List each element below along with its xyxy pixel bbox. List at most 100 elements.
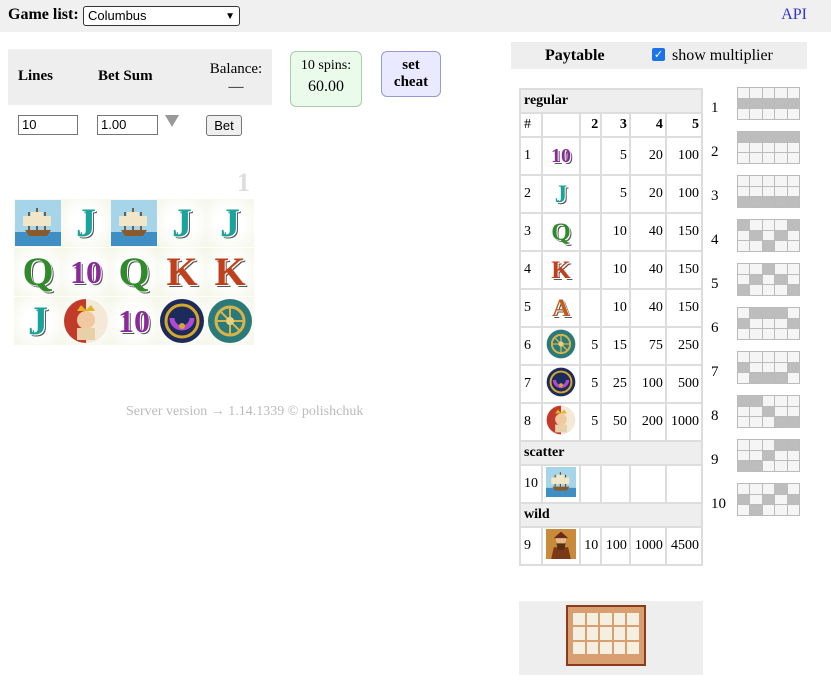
payline-row: 4 xyxy=(709,219,809,252)
payout-p3: 5 xyxy=(600,136,631,176)
payout-p3: 25 xyxy=(600,364,631,404)
balance-label: Balance: xyxy=(209,61,263,77)
paytable-section-label: regular xyxy=(519,88,703,114)
paytable-row: 2 J 5 20 100 xyxy=(519,174,704,214)
paytable-k-icon: K xyxy=(541,250,581,290)
paytable-row: 7 5 25 100 500 xyxy=(519,364,704,404)
game-list-select[interactable]: Columbus ▼ xyxy=(83,6,240,26)
bet-panel-header: Lines Bet Sum Balance: — xyxy=(8,49,272,105)
paytable-amulet-icon xyxy=(541,364,581,404)
reel-symbol-q-icon: Q xyxy=(14,248,62,296)
game-list-value: Columbus xyxy=(88,8,147,23)
reel-symbol-j-icon: J xyxy=(206,199,254,247)
payline-pattern-icon xyxy=(737,307,800,340)
spins-value: 60.00 xyxy=(308,78,344,95)
paytable-symbol-id: 9 xyxy=(519,526,543,566)
paytable-columbus-icon xyxy=(541,526,581,566)
paytable-header: Paytable ✓ show multiplier xyxy=(511,42,807,69)
show-multiplier-checkbox[interactable]: ✓ xyxy=(652,48,665,61)
paytable-row: 3 Q 10 40 150 xyxy=(519,212,704,252)
paytable-symbol-id: 1 xyxy=(519,136,543,176)
payout-p5: 100 xyxy=(664,174,704,214)
reel-symbol-ship-icon xyxy=(14,199,62,247)
lines-input[interactable]: 10 xyxy=(18,115,78,135)
payout-p3 xyxy=(600,464,631,504)
bet-sum-input[interactable]: 1.00 xyxy=(97,115,158,135)
payline-pattern-icon xyxy=(737,395,800,428)
show-multiplier-label[interactable]: show multiplier xyxy=(672,47,773,65)
reel-symbol-q-icon: Q xyxy=(110,248,158,296)
game-list-label: Game list: xyxy=(8,6,79,23)
paytable-j-icon: J xyxy=(541,174,581,214)
payout-p2 xyxy=(578,250,603,290)
payout-p3: 15 xyxy=(600,326,631,366)
payout-p5: 500 xyxy=(664,364,704,404)
payout-p5 xyxy=(664,464,704,504)
payline-number: 6 xyxy=(711,320,719,336)
paytable-row: 8 5 50 200 1000 xyxy=(519,402,704,442)
chevron-down-icon: ▼ xyxy=(225,11,235,22)
payline-row: 3 xyxy=(709,175,809,208)
payout-p5: 100 xyxy=(664,136,704,176)
payout-p2 xyxy=(578,288,603,328)
bet-sum-label: Bet Sum xyxy=(98,68,153,84)
reel-symbol-ship-icon xyxy=(110,199,158,247)
reel-symbol-k-icon: K xyxy=(158,248,206,296)
reel-symbol-10-icon: 10 xyxy=(62,248,110,296)
payout-p5: 1000 xyxy=(664,402,704,442)
paytable-10-icon: 10 xyxy=(541,136,581,176)
payout-p4: 100 xyxy=(628,364,667,404)
paytable-row: 6 5 15 75 250 xyxy=(519,326,704,366)
paytable-row: 4 K 10 40 150 xyxy=(519,250,704,290)
payout-p2 xyxy=(578,212,603,252)
payout-p2: 5 xyxy=(578,364,603,404)
payline-row: 9 xyxy=(709,439,809,472)
paytable-symbol-id: 10 xyxy=(519,464,543,504)
payout-p5: 150 xyxy=(664,288,704,328)
payout-p4: 20 xyxy=(628,174,667,214)
payline-pattern-icon xyxy=(737,351,800,384)
paytable-row: 1 10 5 20 100 xyxy=(519,136,704,176)
payline-row: 1 xyxy=(709,87,809,120)
payline-row: 5 xyxy=(709,263,809,296)
payout-p2: 5 xyxy=(578,402,603,442)
reel-symbol-j-icon: J xyxy=(14,297,62,345)
cheat-line-2: cheat xyxy=(393,74,429,90)
balance-block: Balance: — xyxy=(206,60,266,96)
paytable-symbol-id: 5 xyxy=(519,288,543,328)
spins-button[interactable]: 10 spins: 60.00 xyxy=(290,51,362,107)
paytable-astrolabe-icon xyxy=(541,326,581,366)
api-link[interactable]: API xyxy=(781,6,807,24)
payout-p4: 75 xyxy=(628,326,667,366)
paytable-ship-icon xyxy=(541,464,581,504)
game-thumbnail-box xyxy=(519,601,703,675)
payout-p4: 40 xyxy=(628,250,667,290)
payline-pattern-icon xyxy=(737,263,800,296)
payline-number: 9 xyxy=(711,452,719,468)
payout-p5: 150 xyxy=(664,212,704,252)
payline-number: 2 xyxy=(711,144,719,160)
paytable-column-header: # xyxy=(519,112,543,138)
paytable-symbol-id: 7 xyxy=(519,364,543,404)
top-bar: Game list: Columbus ▼ API xyxy=(0,0,831,32)
bet-button[interactable]: Bet xyxy=(206,115,242,136)
payout-p4: 20 xyxy=(628,136,667,176)
payline-row: 7 xyxy=(709,351,809,384)
game-thumbnail[interactable] xyxy=(566,605,646,666)
bet-decrease-triangle-icon[interactable] xyxy=(165,115,179,127)
paytable-q-icon: Q xyxy=(541,212,581,252)
payline-number: 1 xyxy=(711,100,719,116)
payout-p3: 10 xyxy=(600,250,631,290)
payline-pattern-icon xyxy=(737,131,800,164)
payout-p2: 5 xyxy=(578,326,603,366)
payline-number: 5 xyxy=(711,276,719,292)
payline-row: 6 xyxy=(709,307,809,340)
server-version-footer: Server version → 1.14.1339 © polishchuk xyxy=(126,404,364,419)
payline-pattern-icon xyxy=(737,175,800,208)
paytable-queen-icon xyxy=(541,402,581,442)
set-cheat-button[interactable]: set cheat xyxy=(381,51,441,97)
reel-symbol-j-icon: J xyxy=(158,199,206,247)
payout-p5: 4500 xyxy=(664,526,704,566)
paytable-row: 5 A 10 40 150 xyxy=(519,288,704,328)
paytable-column-header: 5 xyxy=(664,112,704,138)
